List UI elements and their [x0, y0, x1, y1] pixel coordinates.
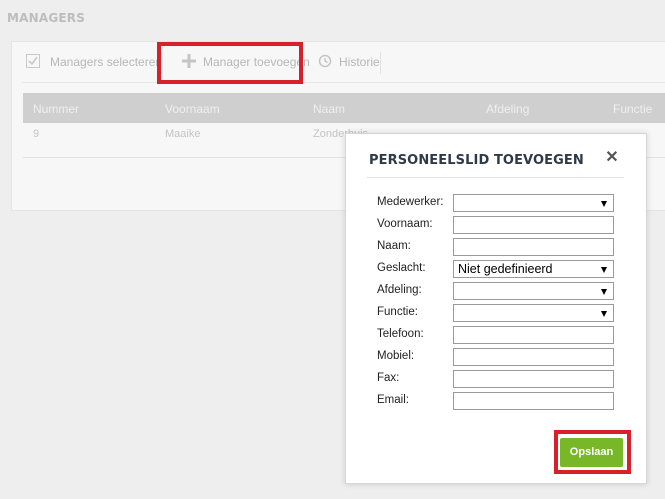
- checkbox-icon: [26, 54, 40, 68]
- page-title: MANAGERS: [7, 11, 86, 25]
- mobiel-label: Mobiel:: [377, 350, 415, 362]
- column-header-naam[interactable]: Naam: [313, 102, 345, 116]
- telefoon-input[interactable]: [453, 326, 614, 344]
- table-header: Nummer Voornaam Naam Afdeling Functie: [23, 93, 665, 123]
- close-icon[interactable]: ✕: [605, 150, 619, 166]
- column-header-nummer[interactable]: Nummer: [33, 102, 79, 116]
- functie-label: Functie:: [377, 306, 418, 318]
- history-icon: [318, 54, 332, 68]
- column-header-afdeling[interactable]: Afdeling: [486, 102, 529, 116]
- fax-input[interactable]: [453, 370, 614, 388]
- voornaam-input[interactable]: [453, 216, 614, 234]
- toolbar-separator: [380, 52, 381, 74]
- add-manager-highlight: [157, 42, 303, 84]
- select-managers-label: Managers selecteren: [50, 55, 163, 69]
- telefoon-label: Telefoon:: [377, 328, 424, 340]
- save-button-highlight: [554, 430, 631, 474]
- naam-label: Naam:: [377, 240, 411, 252]
- cell-voornaam: Maaike: [165, 128, 201, 140]
- geslacht-select[interactable]: Niet gedefinieerd: [453, 260, 614, 278]
- cell-nummer: 9: [33, 128, 40, 140]
- medewerker-label: Medewerker:: [377, 196, 444, 208]
- afdeling-select[interactable]: [453, 282, 614, 300]
- email-input[interactable]: [453, 392, 614, 410]
- fax-label: Fax:: [377, 372, 400, 384]
- toolbar-divider: [22, 82, 665, 83]
- column-header-voornaam[interactable]: Voornaam: [165, 102, 220, 116]
- dialog-divider: [367, 177, 624, 178]
- functie-select[interactable]: [453, 304, 614, 322]
- dialog-title: PERSONEELSLID TOEVOEGEN: [369, 153, 584, 168]
- column-header-functie[interactable]: Functie: [613, 102, 652, 116]
- toolbar: Managers selecteren Manager toevoegen Hi…: [26, 52, 665, 74]
- email-label: Email:: [377, 394, 409, 406]
- afdeling-label: Afdeling:: [377, 284, 422, 296]
- naam-input[interactable]: [453, 238, 614, 256]
- geslacht-value: Niet gedefinieerd: [458, 262, 553, 276]
- geslacht-label: Geslacht:: [377, 262, 426, 274]
- history-label: Historie: [339, 55, 380, 69]
- mobiel-input[interactable]: [453, 348, 614, 366]
- medewerker-select[interactable]: [453, 194, 614, 212]
- voornaam-label: Voornaam:: [377, 218, 433, 230]
